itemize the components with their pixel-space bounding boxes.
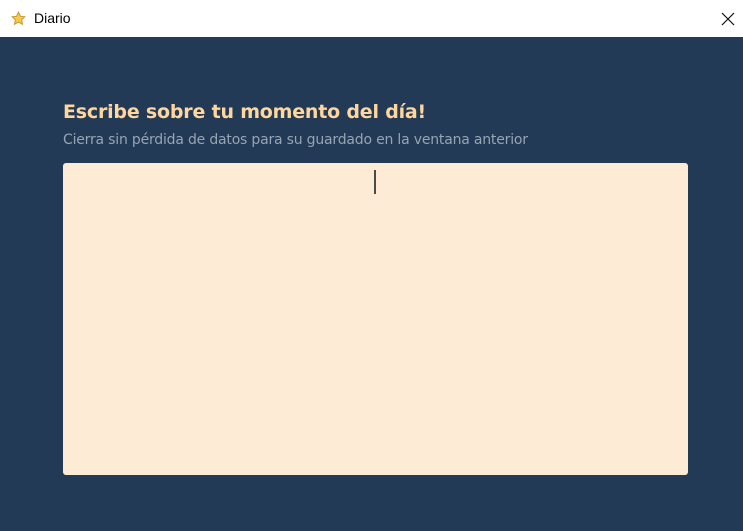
- diary-text-area[interactable]: [63, 163, 688, 475]
- page-title: Escribe sobre tu momento del día!: [63, 101, 427, 123]
- page-subtitle: Cierra sin pérdida de datos para su guar…: [63, 132, 528, 148]
- diary-window: Diario Escribe sobre tu momento del día!…: [0, 0, 743, 531]
- close-icon: [721, 12, 735, 25]
- header-section: Escribe sobre tu momento del día! Cierra…: [63, 99, 688, 149]
- star-icon: [11, 11, 26, 26]
- window-title: Diario: [34, 10, 71, 26]
- close-button[interactable]: [713, 0, 743, 37]
- title-bar: Diario: [0, 0, 743, 37]
